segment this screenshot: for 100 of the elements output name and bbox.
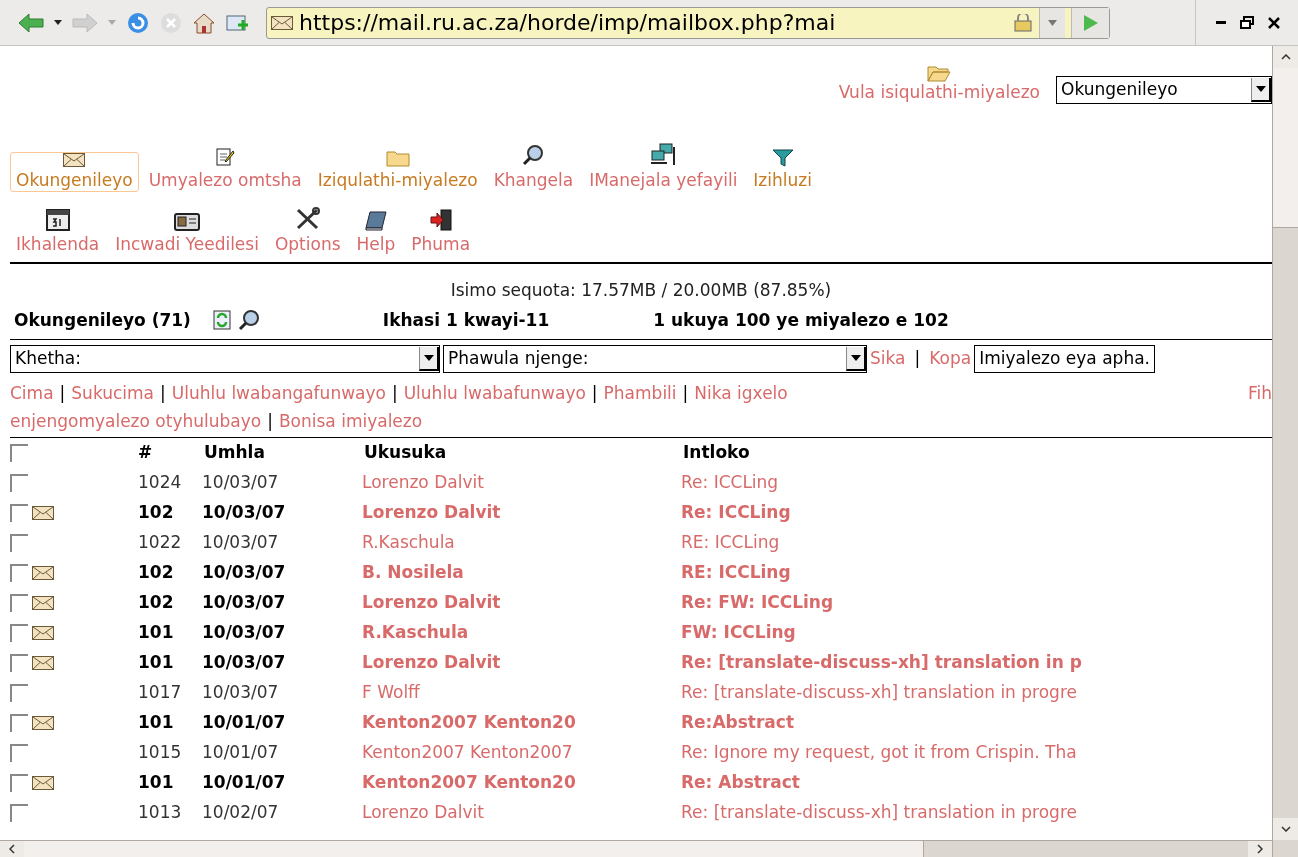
notepad-pencil-icon xyxy=(215,147,236,167)
message-sender[interactable]: F Wolff xyxy=(362,680,681,706)
column-header[interactable]: Intloko xyxy=(683,440,750,466)
message-subject[interactable]: Re: [translate-discuss-xh] translation in progre xyxy=(681,800,1077,826)
stop-icon xyxy=(160,11,182,34)
menu-item[interactable]: IManejala yefayili xyxy=(583,142,744,192)
message-date: 10/03/07 xyxy=(202,681,280,705)
message-date: 10/01/07 xyxy=(202,711,287,735)
action-link[interactable]: Kopa xyxy=(929,346,972,372)
menu-item[interactable]: Umyalezo omtsha xyxy=(142,146,308,192)
message-subject[interactable]: FW: ICCLing xyxy=(681,620,796,646)
restore-icon[interactable] xyxy=(1240,16,1254,29)
message-sender[interactable]: Kenton2007 Kenton2007 xyxy=(362,740,681,766)
menu-item[interactable]: Ikhalenda xyxy=(10,208,106,256)
message-subject[interactable]: Re: ICCLing xyxy=(681,470,779,496)
message-number: 1015 xyxy=(138,741,183,765)
unread-envelope-icon xyxy=(32,566,54,580)
message-subject[interactable]: Re: Ignore my request, got it from Crispin. Tha xyxy=(681,740,1077,766)
message-date: 10/02/07 xyxy=(202,801,280,825)
refresh-icon[interactable] xyxy=(212,310,231,331)
action-link[interactable]: Phambili xyxy=(603,379,677,407)
message-sender[interactable]: Kenton2007 Kenton20 xyxy=(362,710,681,736)
message-sender[interactable]: Lorenzo Dalvit xyxy=(362,800,681,826)
message-subject[interactable]: Re: [translate-discuss-xh] translation in p xyxy=(681,650,1082,676)
scrollbar-thumb[interactable] xyxy=(1273,68,1298,228)
message-sender[interactable]: B. Nosilela xyxy=(362,560,681,586)
message-sender[interactable]: Lorenzo Dalvit xyxy=(362,590,681,616)
action-link[interactable]: Uluhlu lwabafunwayo xyxy=(403,379,586,407)
book-icon xyxy=(363,211,388,231)
reload-icon[interactable] xyxy=(126,10,150,35)
mailbox-title: Okungenileyo (71) xyxy=(14,308,191,332)
scroll-left-icon[interactable] xyxy=(0,841,24,857)
message-sender[interactable]: R.Kaschula xyxy=(362,530,681,556)
menu-item[interactable]: Izihluzi xyxy=(747,148,818,192)
scroll-up-icon[interactable] xyxy=(1273,46,1298,68)
message-number: 101 xyxy=(138,621,175,645)
message-sender[interactable]: Lorenzo Dalvit xyxy=(362,650,681,676)
message-number: 102 xyxy=(138,501,175,525)
address-bar[interactable]: https://mail.ru.ac.za/horde/imp/mailbox.php?mai xyxy=(266,6,1110,39)
folder-select[interactable]: Okungenileyo xyxy=(1056,76,1272,104)
message-subject[interactable]: Re: [translate-discuss-xh] translation in progre xyxy=(681,680,1077,706)
horizontal-scrollbar[interactable] xyxy=(0,840,1272,857)
unread-envelope-icon xyxy=(32,776,54,790)
open-folder-icon xyxy=(927,64,952,82)
action-link[interactable]: Uluhlu lwabangafunwayo xyxy=(171,379,386,407)
select-dropdown[interactable]: Khetha: xyxy=(10,345,440,373)
action-link[interactable]: Nika igxelo xyxy=(694,379,788,407)
open-folder-link[interactable]: Vula isiqulathi-miyalezo xyxy=(838,64,1040,106)
separator: | xyxy=(160,382,166,405)
message-subject[interactable]: Re: ICCLing xyxy=(681,500,791,526)
scroll-down-icon[interactable] xyxy=(1273,818,1298,840)
message-subject[interactable]: RE: ICCLing xyxy=(681,560,791,586)
message-number: 1024 xyxy=(138,471,183,495)
action-link[interactable]: Cima xyxy=(10,379,54,407)
message-sender[interactable]: Kenton2007 Kenton20 xyxy=(362,770,681,796)
message-number: 101 xyxy=(138,771,175,795)
back-arrow-icon[interactable] xyxy=(18,12,44,33)
menu-item[interactable]: Khangela xyxy=(487,142,580,192)
message-date: 10/03/07 xyxy=(202,561,287,585)
action-link[interactable]: enjengomyalezo otyhulubayo xyxy=(10,407,262,435)
dropdown-caret-icon xyxy=(108,20,116,25)
target-folder-select[interactable]: Imiyalezo eya apha. xyxy=(974,345,1155,373)
mark-dropdown[interactable]: Phawula njenge: xyxy=(443,345,867,373)
home-icon[interactable] xyxy=(192,11,216,34)
column-header[interactable]: Ukusuka xyxy=(364,440,683,466)
action-link[interactable]: Bonisa imiyalezo xyxy=(278,407,423,435)
dropdown-caret-icon[interactable] xyxy=(54,20,62,25)
message-subject[interactable]: Re: FW: ICCLing xyxy=(681,590,834,616)
search-icon[interactable] xyxy=(236,309,261,332)
folder-icon xyxy=(385,149,410,167)
message-sender[interactable]: Lorenzo Dalvit xyxy=(362,470,681,496)
go-icon[interactable] xyxy=(1071,7,1109,38)
forward-arrow-icon xyxy=(72,12,98,33)
message-sender[interactable]: R.Kaschula xyxy=(362,620,681,646)
vertical-scrollbar[interactable] xyxy=(1272,46,1298,857)
menu-item[interactable]: Incwadi Yeedilesi xyxy=(109,212,265,256)
padlock-icon xyxy=(1013,13,1033,32)
message-sender[interactable]: Lorenzo Dalvit xyxy=(362,500,681,526)
scroll-right-icon[interactable] xyxy=(1248,841,1272,857)
scrollbar-thumb[interactable] xyxy=(24,841,924,857)
message-subject[interactable]: Re:Abstract xyxy=(681,710,795,736)
menu-item[interactable]: Options xyxy=(268,206,347,256)
message-subject[interactable]: RE: ICCLing xyxy=(681,530,780,556)
action-link[interactable]: Fih xyxy=(1247,379,1272,407)
action-link[interactable]: Sukucima xyxy=(71,379,155,407)
menu-item[interactable]: Phuma xyxy=(405,208,477,256)
calendar-icon xyxy=(45,209,70,231)
menu-item[interactable]: Help xyxy=(350,210,402,256)
column-header[interactable]: Umhla xyxy=(204,440,364,466)
menu-item[interactable]: Iziqulathi-miyalezo xyxy=(311,148,484,192)
message-number: 1022 xyxy=(138,531,183,555)
action-link[interactable]: Sika xyxy=(870,346,906,372)
separator: | xyxy=(391,382,398,405)
minimize-icon[interactable] xyxy=(1216,20,1226,25)
column-header[interactable]: # xyxy=(138,440,204,466)
close-icon[interactable] xyxy=(1268,16,1280,29)
menu-item[interactable]: Okungenileyo xyxy=(10,152,139,192)
message-subject[interactable]: Re: Abstract xyxy=(681,770,800,796)
message-number: 101 xyxy=(138,651,175,675)
unread-envelope-icon xyxy=(32,626,54,640)
